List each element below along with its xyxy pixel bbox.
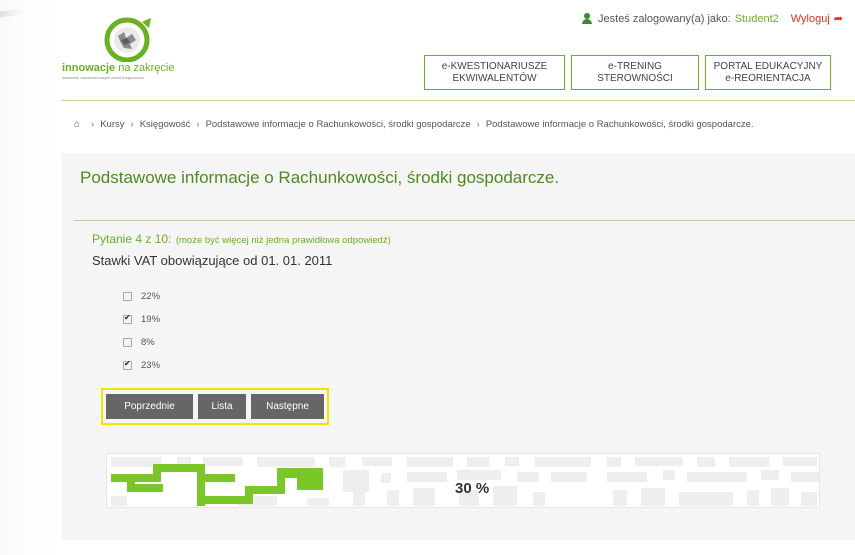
username-link[interactable]: Student2 [735,13,779,25]
breadcrumb-item-course[interactable]: Podstawowe informacje o Rachunkowości, ś… [206,119,471,130]
top-nav: e-KWESTIONARIUSZE EKWIWALENTÓW e-TRENING… [424,55,831,90]
progress-bar: 30 % [106,453,820,508]
answer-option[interactable]: 23% [123,354,160,377]
answer-option[interactable]: 8% [123,331,160,354]
question-hint: (może być więcej niż jedna prawidłowa od… [175,235,391,246]
logo[interactable]: innowacje na zakręcie testowanie i wdraż… [62,16,242,80]
nav-label-line1: e-KWESTIONARIUSZE [441,60,548,72]
title-divider [74,220,855,221]
logo-icon [104,17,151,62]
navigation-buttons: Poprzednie Lista Następne [101,388,329,425]
breadcrumb-item-kursy[interactable]: Kursy [100,119,124,130]
logo-tagline: testowanie i wdrażanie nowych metod post… [62,76,144,80]
answer-label: 8% [141,337,155,348]
answer-label: 23% [141,360,161,371]
nav-e-trening[interactable]: e-TRENING STEROWNOŚCI [571,55,699,90]
answer-list: 22% 19% 8% 23% [123,285,160,377]
answer-option[interactable]: 19% [123,308,160,331]
logout-link[interactable]: Wyloguj [791,13,830,25]
quiz-panel: Podstawowe informacje o Rachunkowości, ś… [62,153,855,540]
answer-label: 22% [141,291,161,302]
user-icon [582,13,593,24]
login-status-text: Jesteś zalogowany(a) jako: [598,12,731,25]
answer-checkbox[interactable] [123,313,132,324]
logo-text: innowacje na zakręcie [62,62,175,74]
page-title: Podstawowe informacje o Rachunkowości, ś… [80,168,560,187]
answer-label: 19% [141,314,161,325]
list-button[interactable]: Lista [198,394,246,419]
logout-icon[interactable]: ➦ [834,12,843,25]
user-bar: Jesteś zalogowany(a) jako: Student2 Wylo… [582,12,843,25]
answer-checkbox[interactable] [123,359,132,370]
nav-label-line1: PORTAL EDUKACYJNY [713,60,823,72]
nav-label-line2: EKWIWALENTÓW [452,72,537,84]
answer-checkbox[interactable] [123,338,132,347]
nav-portal-edukacyjny[interactable]: PORTAL EDUKACYJNY e-REORIENTACJA [705,55,831,90]
nav-label-line2: e-REORIENTACJA [725,72,811,84]
breadcrumb-separator: › [130,119,134,130]
answer-option[interactable]: 22% [123,285,160,308]
nav-label-line1: e-TRENING [608,60,662,72]
breadcrumb: ⌂ › Kursy › Księgowość › Podstawowe info… [74,119,754,130]
logo-brand-bold: innowacje [62,62,116,74]
header-divider [62,100,855,101]
page: innowacje na zakręcie testowanie i wdraż… [0,0,855,555]
answer-checkbox[interactable] [123,292,132,301]
logo-brand-rest: na zakręcie [115,62,175,74]
breadcrumb-separator: › [476,119,480,130]
breadcrumb-item-current: Podstawowe informacje o Rachunkowości, ś… [485,119,754,130]
next-button[interactable]: Następne [251,394,324,419]
breadcrumb-item-ksiegowosc[interactable]: Księgowość [140,119,191,130]
breadcrumb-separator: › [91,119,95,130]
progress-label: 30 % [455,480,490,497]
left-margin [0,0,60,555]
question-number: Pytanie 4 z 10: [92,232,172,246]
home-icon[interactable]: ⌂ [74,119,80,130]
nav-label-line2: STEROWNOŚCI [597,72,673,84]
previous-button[interactable]: Poprzednie [106,394,193,419]
question-header: Pytanie 4 z 10: (może być więcej niż jed… [92,230,391,248]
question-text: Stawki VAT obowiązujące od 01. 01. 2011 [92,253,333,268]
nav-e-kwestionariusze[interactable]: e-KWESTIONARIUSZE EKWIWALENTÓW [424,55,565,90]
breadcrumb-separator: › [196,119,200,130]
